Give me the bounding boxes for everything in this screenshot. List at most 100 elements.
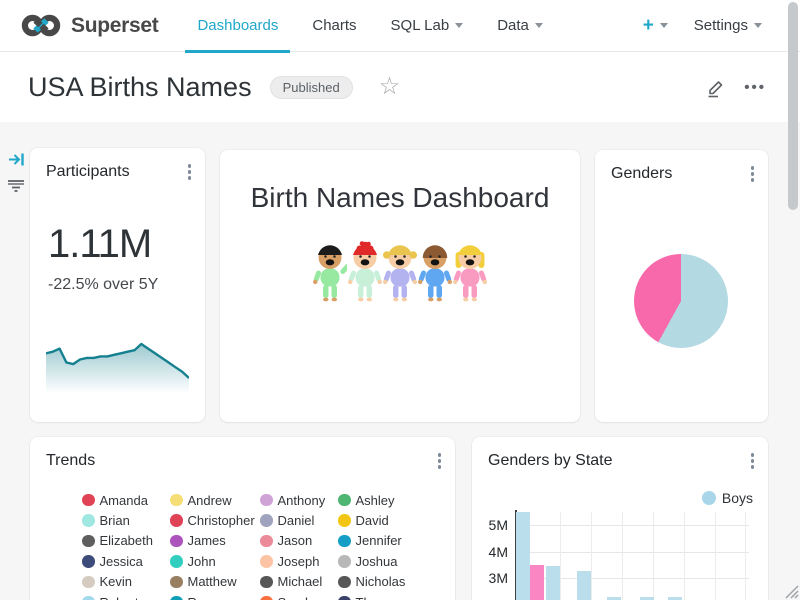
legend-label: Jessica — [100, 554, 143, 569]
nav-item-label: Charts — [312, 17, 356, 34]
kebab-menu-icon[interactable] — [186, 162, 194, 182]
page-title: USA Births Names — [28, 72, 252, 103]
genders-by-state-chart[interactable]: 5M4M3M — [472, 437, 768, 600]
nav-item-sql-lab[interactable]: SQL Lab — [391, 0, 464, 52]
legend-dot-icon — [260, 555, 273, 568]
legend-item[interactable]: Anthony — [260, 490, 338, 510]
legend-dot-icon — [260, 514, 273, 527]
status-badge: Published — [270, 76, 353, 99]
legend-item[interactable]: Jason — [260, 531, 338, 551]
dashboard-grid: Participants 1.11M -22.5% over 5Y Birth … — [0, 122, 800, 600]
legend-item[interactable]: Andrew — [170, 490, 260, 510]
resize-handle-icon[interactable] — [781, 581, 799, 599]
kebab-menu-icon[interactable] — [436, 451, 444, 471]
legend-item[interactable]: Robert — [82, 592, 170, 600]
expand-filter-bar-icon[interactable] — [8, 151, 25, 168]
kebab-menu-icon[interactable] — [749, 164, 757, 184]
legend-item[interactable]: Jennifer — [338, 531, 438, 551]
bar-boys[interactable] — [546, 566, 560, 600]
legend-label: Joseph — [278, 554, 320, 569]
caret-down-icon — [535, 23, 543, 28]
bar-boys[interactable] — [577, 571, 591, 600]
legend-item[interactable]: Nicholas — [338, 572, 438, 592]
genders-pie-chart[interactable] — [634, 254, 728, 348]
legend-item[interactable]: Joshua — [338, 551, 438, 571]
card-markdown: Birth Names Dashboard — [220, 150, 580, 422]
chart-title: Trends — [46, 452, 95, 470]
more-actions-icon[interactable]: ••• — [744, 79, 766, 96]
legend-label: Ashley — [356, 493, 395, 508]
chart-title: Genders — [611, 165, 672, 183]
legend-label: David — [356, 513, 389, 528]
legend-item[interactable]: Elizabeth — [82, 531, 170, 551]
legend-label: John — [188, 554, 216, 569]
legend-dot-icon — [170, 555, 183, 568]
caret-down-icon — [455, 23, 463, 28]
nav-item-label: SQL Lab — [391, 17, 450, 34]
legend-item[interactable]: Thomas — [338, 592, 438, 600]
legend-dot-icon — [82, 596, 95, 600]
nav-item-data[interactable]: Data — [497, 0, 543, 52]
legend-item[interactable]: Matthew — [170, 572, 260, 592]
new-item-button[interactable]: + — [643, 15, 668, 37]
legend-item[interactable]: Jessica — [82, 551, 170, 571]
legend-item[interactable]: Daniel — [260, 510, 338, 530]
trends-legend: Amanda Andrew Anthony Ashley Brian Chris… — [82, 490, 438, 600]
legend-item[interactable]: Ashley — [338, 490, 438, 510]
chart-title: Participants — [46, 163, 130, 181]
legend-dot-icon — [338, 555, 351, 568]
legend-item[interactable]: Sarah — [260, 592, 338, 600]
legend-item[interactable]: Ryan — [170, 592, 260, 600]
big-number-subheader: -22.5% over 5Y — [48, 276, 158, 294]
edit-pencil-icon[interactable] — [705, 77, 726, 98]
participants-sparkline[interactable] — [46, 336, 189, 403]
header-actions: ••• — [705, 77, 772, 98]
bar-girls[interactable] — [530, 565, 544, 600]
superset-logo[interactable]: Superset — [20, 12, 158, 39]
nav-item-label: Data — [497, 17, 529, 34]
bar-boys[interactable] — [516, 512, 530, 600]
top-nav: Superset Dashboards Charts SQL Lab Data + S… — [0, 0, 800, 52]
legend-item[interactable]: John — [170, 551, 260, 571]
bar-boys[interactable] — [640, 597, 654, 600]
legend-item[interactable]: Joseph — [260, 551, 338, 571]
nav-item-charts[interactable]: Charts — [312, 0, 356, 52]
settings-menu[interactable]: Settings — [694, 17, 762, 34]
kid-figure — [348, 240, 382, 304]
legend-label: Elizabeth — [100, 533, 153, 548]
legend-item[interactable]: Michael — [260, 572, 338, 592]
legend-label: Amanda — [100, 493, 148, 508]
kid-figure — [383, 240, 417, 304]
card-genders-by-state: Genders by State Boys 5M4M3M — [472, 437, 768, 600]
legend-label: Ryan — [188, 595, 218, 600]
legend-item[interactable]: James — [170, 531, 260, 551]
legend-item[interactable]: Kevin — [82, 572, 170, 592]
bar-boys[interactable] — [668, 597, 682, 600]
caret-down-icon — [660, 23, 668, 28]
legend-dot-icon — [82, 535, 95, 548]
scrollbar-thumb[interactable] — [788, 2, 798, 210]
legend-dot-icon — [260, 494, 273, 507]
legend-dot-icon — [170, 596, 183, 600]
legend-dot-icon — [260, 535, 273, 548]
legend-item[interactable]: Christopher — [170, 510, 260, 530]
legend-label: Joshua — [356, 554, 398, 569]
favorite-star-icon[interactable]: ☆ — [379, 77, 401, 97]
legend-item[interactable]: Brian — [82, 510, 170, 530]
y-axis-tick: 4M — [472, 544, 508, 560]
legend-label: Thomas — [356, 595, 403, 600]
legend-label: Matthew — [188, 574, 237, 589]
legend-label: Kevin — [100, 574, 133, 589]
nav-menu: Dashboards Charts SQL Lab Data — [180, 0, 559, 52]
kid-figure — [418, 240, 452, 304]
legend-label: Andrew — [188, 493, 232, 508]
markdown-heading: Birth Names Dashboard — [220, 182, 580, 214]
filter-icon[interactable] — [7, 179, 25, 193]
nav-item-dashboards[interactable]: Dashboards — [197, 0, 278, 52]
legend-item[interactable]: David — [338, 510, 438, 530]
legend-dot-icon — [338, 494, 351, 507]
bar-boys[interactable] — [607, 597, 621, 600]
legend-item[interactable]: Amanda — [82, 490, 170, 510]
legend-dot-icon — [82, 576, 95, 589]
legend-dot-icon — [170, 576, 183, 589]
